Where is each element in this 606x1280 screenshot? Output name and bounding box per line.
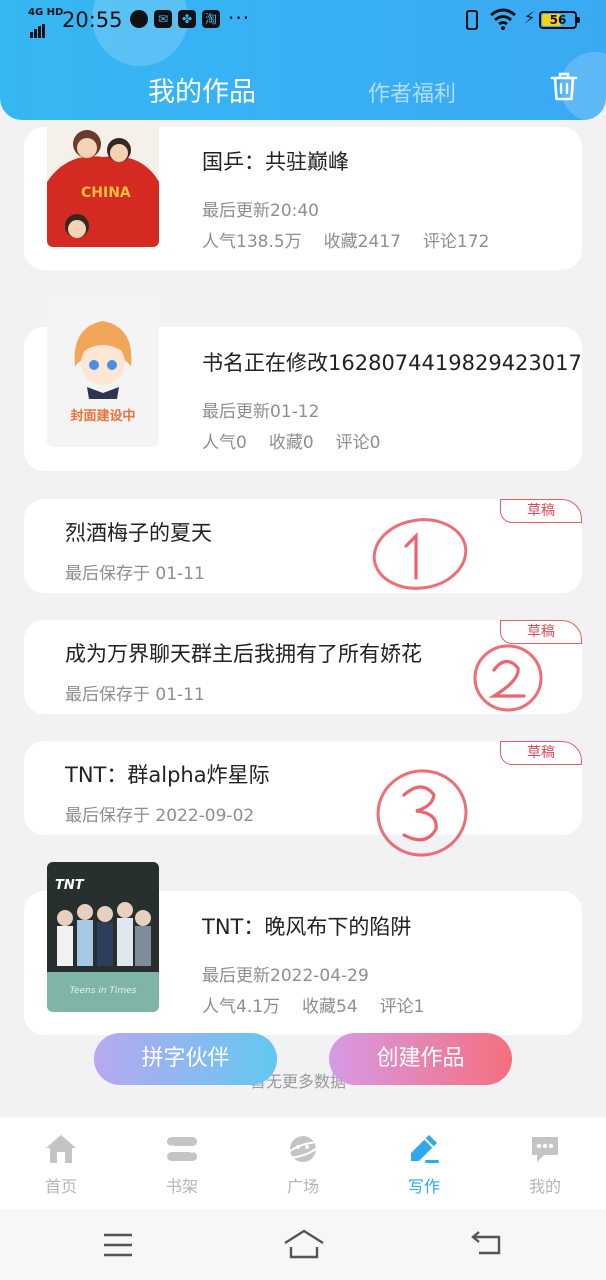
book-cover[interactable]: 封面建设中 — [47, 297, 159, 447]
work-popularity: 人气0 — [202, 433, 247, 453]
taobao-icon: 淘 — [202, 10, 220, 28]
work-updated: 最后更新20:40 — [202, 201, 319, 221]
book-cover[interactable]: CHINA — [47, 122, 159, 247]
nav-writing[interactable]: 写作 — [384, 1133, 464, 1197]
nav-label: 首页 — [44, 1177, 77, 1196]
menu-icon[interactable] — [103, 1233, 133, 1257]
tab-my-works[interactable]: 我的作品 — [148, 70, 256, 109]
clock: 20:55 — [62, 8, 123, 32]
status-bar: 4G HD 20:55 ✉ ✤ 淘 ··· ⚡ 56 — [0, 0, 606, 40]
trash-icon[interactable] — [550, 72, 578, 102]
draft-card[interactable]: 草稿 TNT：群alpha炸星际 最后保存于 2022-09-02 — [24, 741, 582, 835]
browser-icon — [130, 10, 148, 28]
draft-saved: 最后保存于 01-11 — [65, 685, 205, 705]
back-icon[interactable] — [471, 1231, 503, 1257]
charging-icon: ⚡ — [524, 8, 536, 27]
signal-icon — [30, 19, 46, 38]
cover-caption-bottom: Teens in Times — [69, 986, 137, 996]
battery-icon: 56 — [539, 11, 580, 29]
bookshelf-icon — [167, 1137, 197, 1161]
nav-home[interactable]: 首页 — [21, 1133, 101, 1197]
work-comments: 评论1 — [379, 997, 425, 1017]
draft-saved: 最后保存于 2022-09-02 — [65, 806, 255, 826]
work-stats: 人气4.1万 收藏54 评论1 — [202, 992, 447, 1017]
work-updated: 最后更新01-12 — [202, 402, 320, 422]
mail-icon: ✉ — [154, 10, 172, 28]
draft-title[interactable]: TNT：群alpha炸星际 — [65, 759, 270, 789]
work-popularity: 人气138.5万 — [202, 232, 302, 252]
work-popularity: 人气4.1万 — [202, 997, 281, 1017]
top-header: 4G HD 20:55 ✉ ✤ 淘 ··· ⚡ 56 我的作品 作者福利 — [0, 0, 606, 120]
vibrate-icon — [466, 10, 478, 30]
annotation-circle-2 — [473, 644, 543, 712]
work-favorites: 收藏0 — [268, 433, 314, 453]
wifi-icon — [490, 8, 516, 30]
draft-badge: 草稿 — [500, 499, 582, 523]
annotation-circle-3 — [376, 769, 468, 857]
placeholder-cover-image — [47, 297, 159, 447]
planet-icon — [285, 1136, 321, 1162]
tab-author-benefits[interactable]: 作者福利 — [368, 76, 456, 108]
work-updated: 最后更新2022-04-29 — [202, 966, 369, 986]
book-cover[interactable]: TNT Teens in Times — [47, 862, 159, 1012]
fan-icon: ✤ — [178, 10, 196, 28]
work-favorites: 收藏54 — [302, 997, 358, 1017]
nav-mine[interactable]: 我的 — [505, 1133, 585, 1197]
work-title[interactable]: TNT：晚风布下的陷阱 — [202, 911, 411, 941]
draft-card[interactable]: 草稿 烈酒梅子的夏天 最后保存于 01-11 — [24, 499, 582, 593]
nav-label: 广场 — [286, 1177, 319, 1196]
bottom-nav: 首页 书架 广场 写作 我的 — [0, 1117, 606, 1209]
network-indicator: 4G HD — [28, 7, 64, 18]
nav-bookshelf[interactable]: 书架 — [142, 1133, 222, 1197]
draft-badge: 草稿 — [500, 741, 582, 765]
cover-caption-top: TNT — [55, 878, 84, 893]
battery-level: 56 — [549, 13, 567, 27]
writing-partner-button[interactable]: 拼字伙伴 — [94, 1033, 277, 1085]
work-title[interactable]: 国乒：共驻巅峰 — [202, 146, 349, 176]
cover-caption: 封面建设中 — [70, 409, 136, 424]
more-notifications-icon: ··· — [228, 6, 251, 30]
nav-label: 书架 — [165, 1177, 198, 1196]
work-favorites: 收藏2417 — [323, 232, 401, 252]
work-comments: 评论172 — [422, 232, 490, 252]
work-comments: 评论0 — [335, 433, 381, 453]
work-title[interactable]: 书名正在修改1628074419829423017 — [202, 347, 582, 377]
nav-label: 我的 — [528, 1177, 561, 1196]
system-nav-bar — [0, 1209, 606, 1280]
nav-square[interactable]: 广场 — [263, 1133, 343, 1197]
work-stats: 人气0 收藏0 评论0 — [202, 428, 402, 453]
work-stats: 人气138.5万 收藏2417 评论172 — [202, 227, 511, 252]
china-cover-image: CHINA — [47, 122, 159, 247]
create-work-button[interactable]: 创建作品 — [329, 1033, 512, 1085]
home-icon — [46, 1135, 76, 1163]
svg-text:CHINA: CHINA — [81, 185, 131, 201]
chat-bubble-icon — [532, 1137, 558, 1162]
pen-icon — [411, 1135, 439, 1163]
draft-saved: 最后保存于 01-11 — [65, 564, 205, 584]
annotation-circle-1 — [372, 518, 468, 590]
draft-title[interactable]: 烈酒梅子的夏天 — [65, 517, 212, 547]
home-button-icon[interactable] — [283, 1229, 325, 1259]
draft-title[interactable]: 成为万界聊天群主后我拥有了所有娇花 — [65, 638, 422, 668]
nav-label: 写作 — [407, 1177, 440, 1196]
